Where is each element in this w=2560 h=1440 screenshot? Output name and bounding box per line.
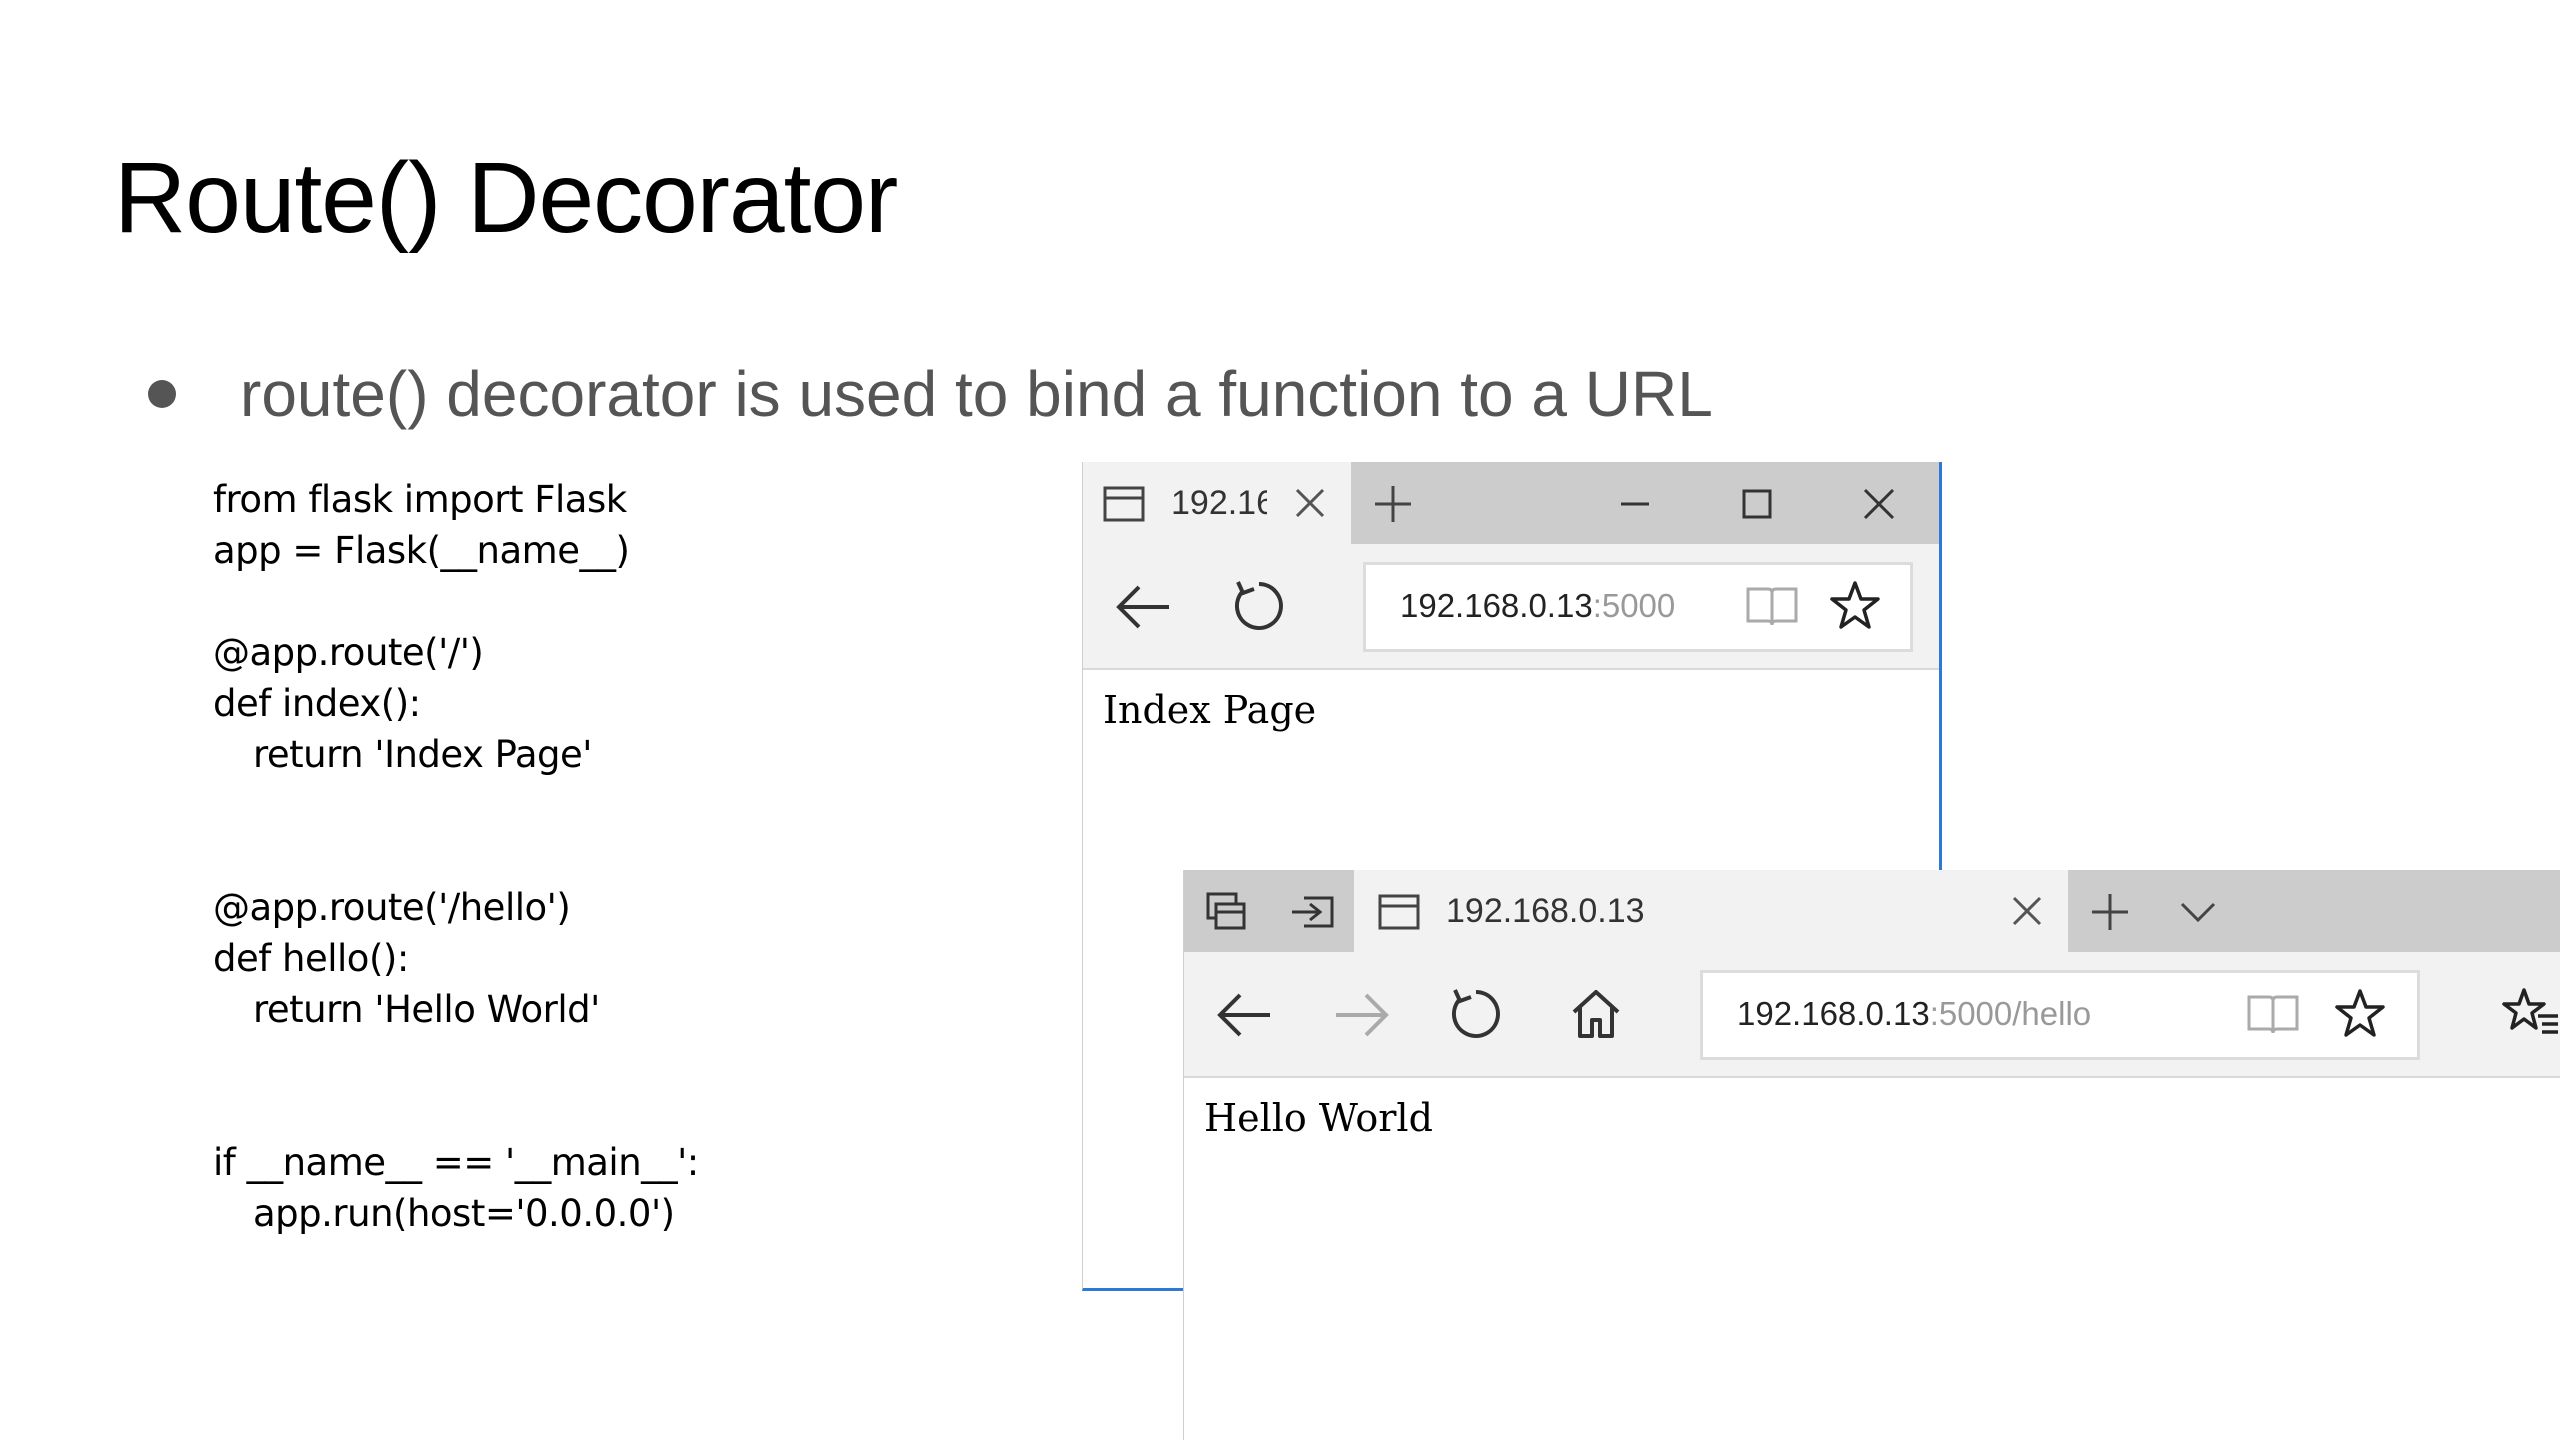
browser-tab[interactable]: 192.168.0.13 — [1083, 462, 1351, 544]
code-line: def index(): — [213, 682, 421, 725]
code-line: @app.route('/') — [213, 631, 484, 674]
tab-bar: 192.168.0.13 — [1184, 870, 2560, 952]
address-port: :5000 — [1592, 587, 1676, 624]
book-icon[interactable] — [1744, 583, 1800, 629]
book-icon[interactable] — [2245, 991, 2301, 1037]
code-line: @app.route('/hello') — [213, 886, 571, 929]
code-listing: from flask import Flask app = Flask(__na… — [213, 474, 699, 1239]
tab-preview-icon[interactable] — [1204, 890, 1248, 934]
code-line: from flask import Flask — [213, 478, 627, 521]
back-arrow-icon[interactable] — [1214, 990, 1274, 1040]
address-bar[interactable]: 192.168.0.13:5000 — [1363, 562, 1913, 652]
code-line: app = Flask(__name__) — [213, 529, 630, 572]
chevron-down-icon[interactable] — [2178, 896, 2218, 928]
code-line: return 'Index Page' — [253, 733, 592, 776]
bullet-marker — [148, 380, 176, 408]
forward-arrow-icon[interactable] — [1332, 990, 1392, 1040]
new-tab-icon[interactable] — [1373, 484, 1413, 524]
code-line: if __name__ == '__main__': — [213, 1141, 699, 1184]
browser-tab[interactable]: 192.168.0.13 — [1354, 870, 2068, 952]
address-host: 192.168.0.13 — [1400, 587, 1593, 624]
star-icon[interactable] — [1828, 579, 1882, 633]
refresh-icon[interactable] — [1446, 984, 1506, 1044]
bullet-text: route() decorator is used to bind a func… — [240, 358, 1713, 430]
page-content-text: Hello World — [1204, 1096, 1433, 1140]
star-icon[interactable] — [2333, 987, 2387, 1041]
address-path: :5000/hello — [1929, 995, 2092, 1032]
refresh-icon[interactable] — [1229, 576, 1289, 636]
home-icon[interactable] — [1568, 986, 1624, 1042]
code-line: def hello(): — [213, 937, 409, 980]
browser-window-hello: 192.168.0.13 192.168.0.13:5000/hello Hel… — [1183, 870, 2560, 1440]
close-window-icon[interactable] — [1859, 484, 1899, 524]
tab-title: 192.168.0.13 — [1446, 892, 1645, 930]
tab-page-icon — [1103, 486, 1145, 522]
set-aside-tabs-icon[interactable] — [1290, 892, 1336, 932]
slide-title: Route() Decorator — [114, 142, 898, 254]
tab-bar: 192.168.0.13 — [1083, 462, 1939, 544]
minimize-icon[interactable] — [1615, 484, 1655, 524]
new-tab-icon[interactable] — [2090, 892, 2130, 932]
favorites-hub-icon[interactable] — [2500, 986, 2560, 1042]
page-content-text: Index Page — [1103, 688, 1317, 732]
browser-toolbar: 192.168.0.13:5000/hello — [1184, 952, 2560, 1078]
code-line: return 'Hello World' — [253, 988, 600, 1031]
address-bar[interactable]: 192.168.0.13:5000/hello — [1700, 970, 2420, 1060]
maximize-icon[interactable] — [1737, 484, 1777, 524]
close-tab-icon[interactable] — [1293, 486, 1327, 520]
tab-page-icon — [1378, 894, 1420, 930]
tab-title: 192.168.0.13 — [1171, 484, 1267, 522]
close-tab-icon[interactable] — [2010, 894, 2044, 928]
code-line: app.run(host='0.0.0.0') — [253, 1192, 675, 1235]
address-host: 192.168.0.13 — [1737, 995, 1930, 1032]
back-arrow-icon[interactable] — [1113, 582, 1173, 632]
browser-toolbar: 192.168.0.13:5000 — [1083, 544, 1939, 670]
